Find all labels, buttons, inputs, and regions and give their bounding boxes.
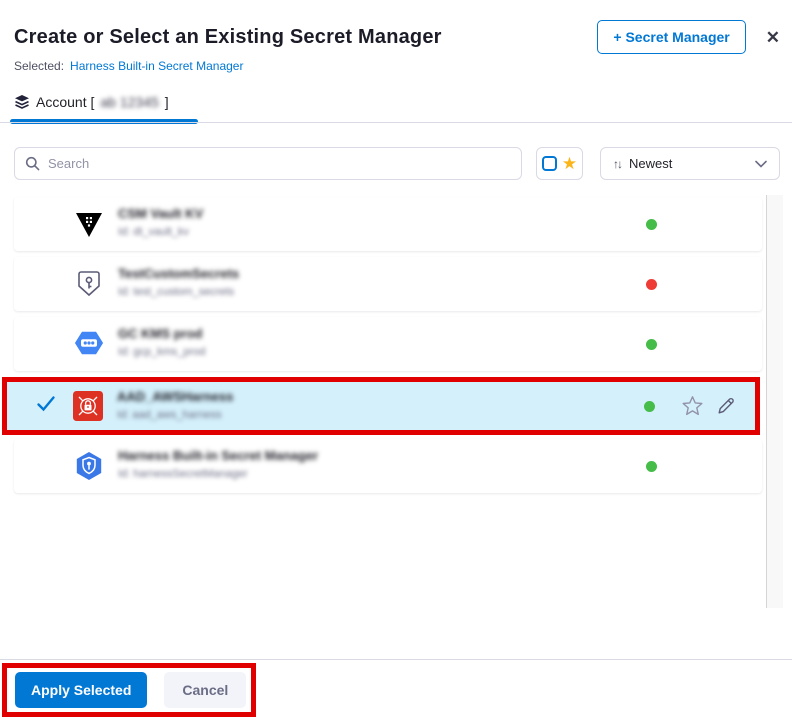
status-dot-green [646,219,657,230]
status-dot-green [644,401,655,412]
list-item-gcp-kms[interactable]: GC KMS prod Id: gcp_kms_prod [14,317,762,371]
secret-manager-name: CSM Vault KV [118,206,203,221]
list-scrollbar[interactable] [766,195,783,608]
list-item-vault[interactable]: CSM Vault KV Id: dt_vault_kv [14,197,762,251]
secret-manager-name: AAD_AWSHarness [117,389,233,404]
secret-manager-id: Id: test_custom_secrets [118,286,239,298]
secret-manager-id: Id: dt_vault_kv [118,226,203,238]
close-icon[interactable]: ✕ [766,29,780,46]
sort-selected-value: Newest [629,156,672,171]
secret-manager-list: CSM Vault KV Id: dt_vault_kv TestCustomS… [0,195,792,609]
list-item-texts: Harness Built-in Secret Manager Id: harn… [118,448,318,480]
secret-manager-dialog: Create or Select an Existing Secret Mana… [0,0,792,719]
list-item-aws-selected[interactable]: AAD_AWSHarness Id: aad_aws_harness [2,377,760,435]
check-icon [36,395,56,413]
secret-manager-id: Id: gcp_kms_prod [118,346,205,358]
search-box [14,147,522,180]
secret-manager-name: TestCustomSecrets [118,266,239,281]
edit-pencil-icon[interactable] [716,396,736,416]
search-icon [25,156,40,171]
status-dot-green [646,461,657,472]
gcp-kms-icon [74,329,104,359]
new-secret-manager-button[interactable]: + Secret Manager [597,20,745,54]
vault-icon [74,209,104,239]
list-item-custom-secrets[interactable]: TestCustomSecrets Id: test_custom_secret… [14,257,762,311]
secret-manager-id: Id: aad_aws_harness [117,409,233,421]
status-dot-green [646,339,657,350]
selected-secret-manager-link[interactable]: Harness Built-in Secret Manager [70,59,243,73]
search-input[interactable] [48,156,511,171]
tab-account-bracket-close: ] [165,94,169,110]
list-item-texts: CSM Vault KV Id: dt_vault_kv [118,206,203,238]
selected-label: Selected: [14,59,64,73]
tab-account[interactable]: Account [ ab 12345] [14,94,169,110]
sort-arrows-icon: ↑↓ [613,157,621,171]
apply-selected-button[interactable]: Apply Selected [15,672,147,708]
custom-secret-manager-icon [74,269,104,299]
sort-dropdown[interactable]: ↑↓ Newest [600,147,780,180]
layers-icon [14,94,30,110]
favorite-star-icon: ★ [562,155,577,172]
favorites-filter[interactable]: ★ [536,147,583,180]
list-item-texts: AAD_AWSHarness Id: aad_aws_harness [117,389,233,421]
secret-manager-name: GC KMS prod [118,326,205,341]
footer-actions-annotation-box: Apply Selected Cancel [2,663,256,717]
status-dot-red [646,279,657,290]
harness-secret-manager-icon [74,451,104,481]
list-item-harness-builtin[interactable]: Harness Built-in Secret Manager Id: harn… [14,439,762,493]
chevron-down-icon [755,160,767,168]
secret-manager-id: Id: harnessSecretManager [118,468,318,480]
list-item-texts: TestCustomSecrets Id: test_custom_secret… [118,266,239,298]
secret-manager-name: Harness Built-in Secret Manager [118,448,318,463]
list-item-texts: GC KMS prod Id: gcp_kms_prod [118,326,205,358]
tab-account-label: Account [ [36,94,94,110]
tabs-divider [0,122,792,123]
tab-account-count-redacted: ab 12345 [100,94,158,110]
selected-summary: Selected: Harness Built-in Secret Manager [14,59,243,73]
favorites-checkbox[interactable] [542,156,557,171]
aws-secrets-manager-icon [73,391,103,421]
dialog-header: Create or Select an Existing Secret Mana… [14,20,780,54]
favorite-star-outline-icon[interactable] [681,395,704,417]
page-title: Create or Select an Existing Secret Mana… [14,26,597,49]
cancel-button[interactable]: Cancel [164,672,246,708]
footer-divider [0,659,792,660]
